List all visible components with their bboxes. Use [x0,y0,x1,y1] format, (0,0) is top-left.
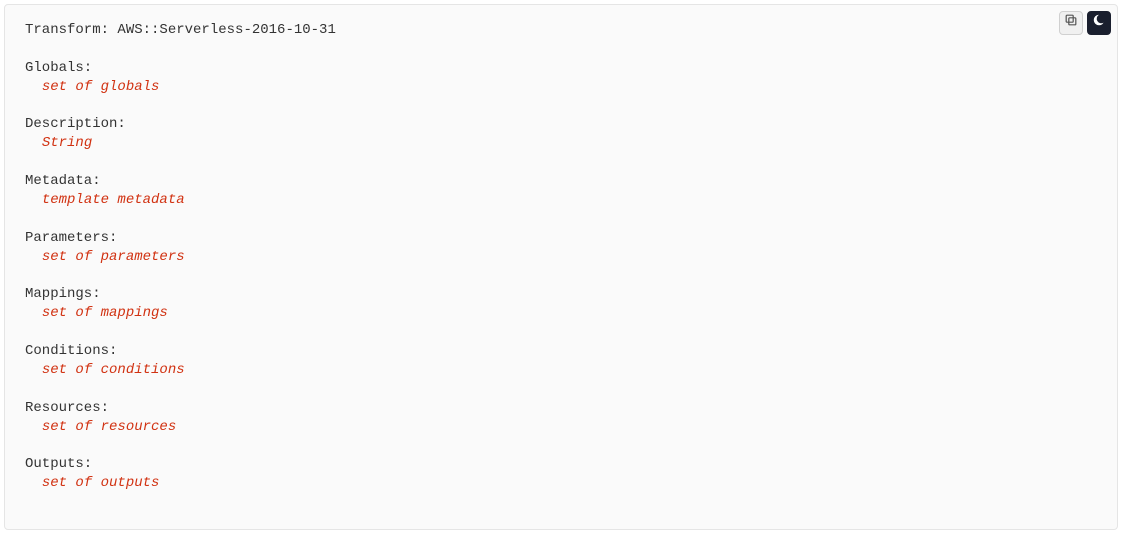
code-key: Resources: [25,400,109,416]
code-replaceable: set of conditions [42,362,185,378]
copy-button[interactable] [1059,11,1083,35]
code-replaceable: set of globals [42,79,160,95]
code-content: Transform: AWS::Serverless-2016-10-31 Gl… [25,21,1097,493]
theme-toggle-button[interactable] [1087,11,1111,35]
code-replaceable: template metadata [42,192,185,208]
code-key: Mappings: [25,286,101,302]
code-replaceable: String [42,135,92,151]
code-key: Transform: [25,22,109,38]
code-key: Outputs: [25,456,92,472]
code-replaceable: set of parameters [42,249,185,265]
code-replaceable: set of outputs [42,475,160,491]
code-key: Metadata: [25,173,101,189]
code-toolbar [1059,11,1111,35]
code-key: Globals: [25,60,92,76]
code-key: Parameters: [25,230,117,246]
copy-icon [1064,13,1078,34]
moon-icon [1092,13,1106,34]
code-key: Conditions: [25,343,117,359]
code-value: AWS::Serverless-2016-10-31 [109,22,336,38]
code-replaceable: set of mappings [42,305,168,321]
code-key: Description: [25,116,126,132]
code-replaceable: set of resources [42,419,176,435]
code-block: Transform: AWS::Serverless-2016-10-31 Gl… [4,4,1118,530]
